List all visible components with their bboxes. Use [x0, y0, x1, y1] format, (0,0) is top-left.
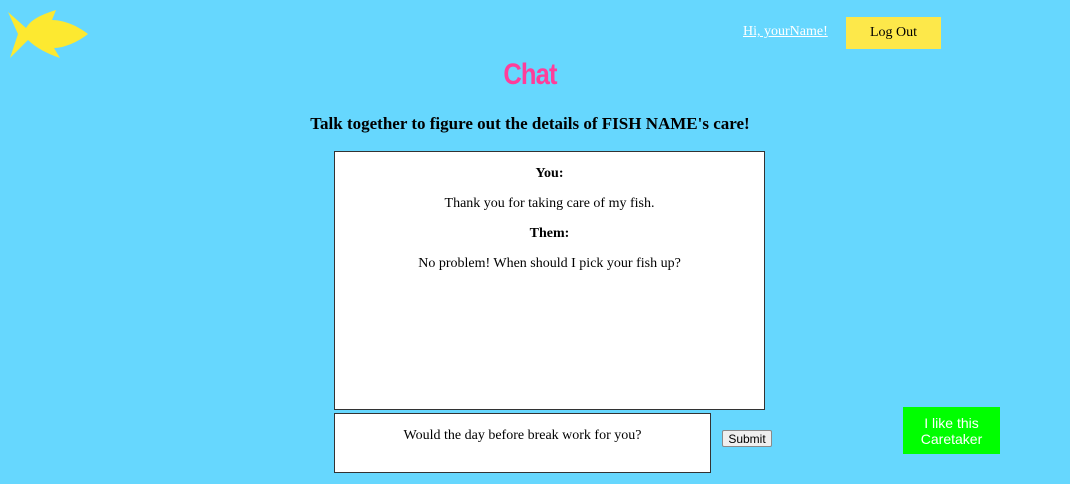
fish-icon	[8, 10, 88, 58]
message-sender: Them:	[529, 226, 570, 241]
chat-message-input[interactable]: Would the day before break work for you?	[334, 413, 711, 473]
log-out-button[interactable]: Log Out	[846, 17, 941, 49]
chat-log: You: Thank you for taking care of my fis…	[334, 151, 765, 410]
user-greeting-link[interactable]: Hi, yourName!	[743, 24, 828, 40]
page-subtitle: Talk together to figure out the details …	[310, 114, 750, 133]
like-caretaker-button[interactable]: I like this Caretaker	[903, 407, 1000, 454]
message-text: No problem! When should I pick your fish…	[418, 256, 681, 271]
submit-button[interactable]: Submit	[722, 430, 772, 447]
message-text: Thank you for taking care of my fish.	[444, 196, 655, 211]
page-title: Chat	[503, 58, 557, 91]
message-sender: You:	[535, 166, 564, 181]
fish-logo-shape	[8, 10, 88, 58]
